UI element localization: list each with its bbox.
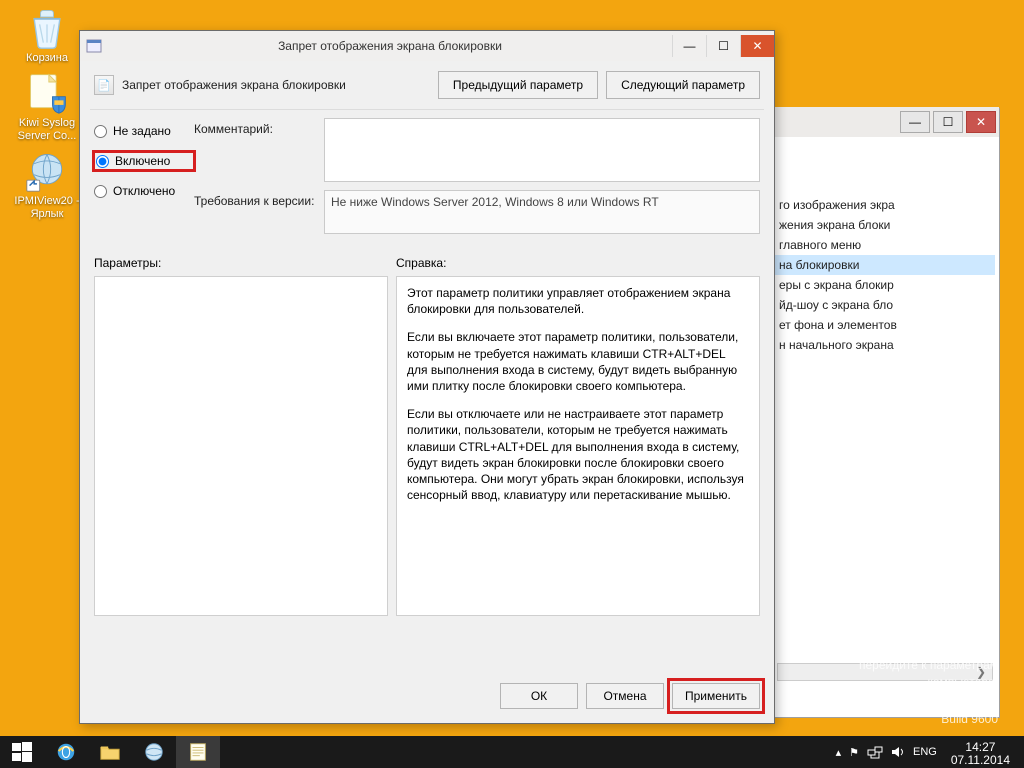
list-item[interactable]: еры с экрана блокир [775,275,995,295]
notepad-icon [187,741,209,763]
list-item[interactable]: ет фона и элементов [775,315,995,335]
desktop-icon-label: Корзина [26,52,68,65]
comment-label: Комментарий: [194,118,324,136]
apply-button[interactable]: Применить [672,683,760,709]
tray-show-hidden-icon[interactable]: ▴ [832,746,846,759]
taskbar-app1[interactable] [132,736,176,768]
globe-shortcut-icon [25,149,69,193]
kiwi-syslog-icon[interactable]: Kiwi Syslog Server Co... [12,71,82,143]
radio-label: Отключено [113,184,175,198]
radio-label: Не задано [113,124,171,138]
version-label: Требования к версии: [194,190,324,208]
radio-enabled[interactable]: Включено [94,152,194,170]
help-label: Справка: [396,256,760,270]
window-title: Запрет отображения экрана блокировки [108,39,672,53]
parameters-panel [94,276,388,616]
tray-sound-icon[interactable] [887,745,909,759]
policy-header-title: Запрет отображения экрана блокировки [122,78,346,92]
version-text: Не ниже Windows Server 2012, Windows 8 и… [324,190,760,234]
ipmiview-icon[interactable]: IPMIView20 - Ярлык [12,149,82,221]
background-window: — ☐ ✕ го изображения экражения экрана бл… [770,108,1000,718]
taskbar-app2[interactable] [176,736,220,768]
policy-icon: 📄 [94,75,114,95]
help-paragraph: Если вы включаете этот параметр политики… [407,329,749,394]
windows-logo-icon [12,742,32,762]
list-item[interactable]: жения экрана блоки [775,215,995,235]
background-window-titlebar[interactable]: — ☐ ✕ [771,107,999,137]
speaker-icon [891,745,905,759]
help-paragraph: Если вы отключаете или не настраиваете э… [407,406,749,503]
help-paragraph: Этот параметр политики управляет отображ… [407,285,749,317]
cancel-button[interactable]: Отмена [586,683,664,709]
title-bar[interactable]: Запрет отображения экрана блокировки — ☐… [80,31,774,61]
maximize-button[interactable]: ☐ [706,35,740,57]
language-indicator[interactable]: ENG [909,746,941,758]
page-shield-icon [25,71,69,115]
list-item[interactable]: главного меню [775,235,995,255]
close-button[interactable]: ✕ [740,35,774,57]
scroll-right-icon[interactable]: ❯ [970,665,992,679]
close-button[interactable]: ✕ [966,111,996,133]
desktop-icon-label: Kiwi Syslog Server Co... [12,117,82,143]
network-icon [867,745,883,759]
minimize-button[interactable]: — [900,111,930,133]
minimize-button[interactable]: — [672,35,706,57]
clock-time: 14:27 [951,741,1010,754]
horizontal-scrollbar[interactable]: ❯ [777,663,993,681]
list-item[interactable]: на блокировки [775,255,995,275]
list-item[interactable]: го изображения экра [775,195,995,215]
radio-not-configured[interactable]: Не задано [94,124,194,138]
list-item[interactable]: йд-шоу с экрана бло [775,295,995,315]
policy-editor-window: Запрет отображения экрана блокировки — ☐… [79,30,775,724]
ie-icon [55,741,77,763]
recycle-bin-icon[interactable]: Корзина [12,6,82,65]
radio-disabled[interactable]: Отключено [94,184,194,198]
taskbar-ie[interactable] [44,736,88,768]
next-setting-button[interactable]: Следующий параметр [606,71,760,99]
putty-icon [143,741,165,763]
taskbar-explorer[interactable] [88,736,132,768]
window-icon [86,38,102,54]
tray-network-icon[interactable] [863,745,887,759]
start-button[interactable] [0,736,44,768]
radio-disabled-input[interactable] [94,185,107,198]
radio-not-configured-input[interactable] [94,125,107,138]
list-item[interactable]: н начального экрана [775,335,995,355]
taskbar[interactable]: ▴ ⚑ ENG 14:27 07.11.2014 [0,736,1024,768]
help-panel[interactable]: Этот параметр политики управляет отображ… [396,276,760,616]
previous-setting-button[interactable]: Предыдущий параметр [438,71,598,99]
trash-icon [25,6,69,50]
comment-input[interactable] [324,118,760,182]
radio-label: Включено [115,154,170,168]
desktop-icon-label: IPMIView20 - Ярлык [12,195,82,221]
ok-button[interactable]: ОК [500,683,578,709]
params-label: Параметры: [94,256,396,270]
taskbar-clock[interactable]: 14:27 07.11.2014 [941,738,1020,767]
radio-enabled-input[interactable] [96,155,109,168]
tray-flag-icon[interactable]: ⚑ [845,746,863,759]
maximize-button[interactable]: ☐ [933,111,963,133]
folder-icon [99,741,121,763]
policy-list[interactable]: го изображения экражения экрана блокигла… [771,189,999,361]
clock-date: 07.11.2014 [951,754,1010,767]
